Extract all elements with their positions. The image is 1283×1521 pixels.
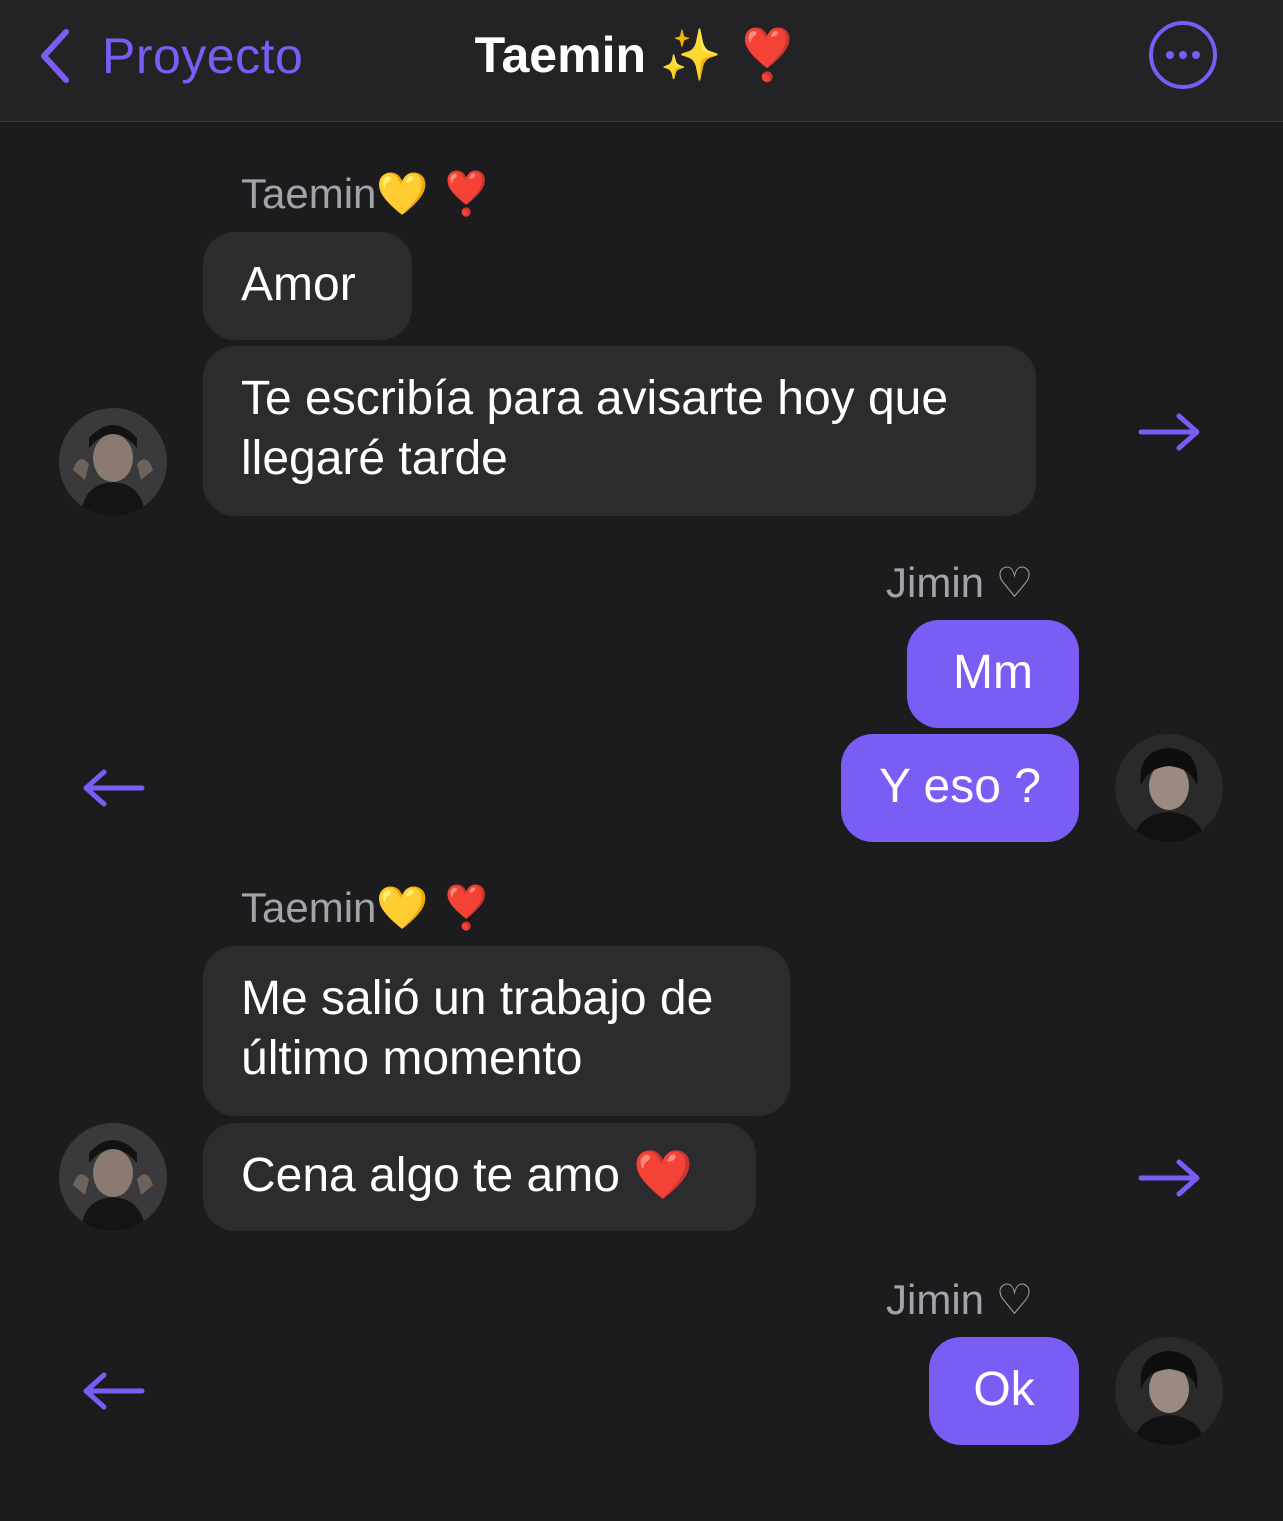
avatar-image [1115, 1337, 1223, 1445]
avatar-image [59, 1123, 167, 1231]
chat-title: Taemin ✨ ❣️ [0, 26, 1283, 85]
message-bubble-incoming[interactable]: Amor [203, 232, 412, 340]
avatar-taemin[interactable] [59, 1123, 167, 1231]
message-bubble-outgoing[interactable]: Ok [929, 1337, 1079, 1445]
avatar-taemin[interactable] [59, 408, 167, 516]
sender-name: Taemin💛 ❣️ [241, 170, 493, 217]
sender-name: Taemin💛 ❣️ [241, 884, 493, 931]
forward-button[interactable] [1137, 412, 1203, 452]
message-bubble-outgoing[interactable]: Y eso ? [841, 734, 1079, 842]
chat-title-text: Taemin ✨ ❣️ [474, 27, 799, 83]
avatar-image [1115, 734, 1223, 842]
forward-button[interactable] [1137, 1158, 1203, 1198]
arrow-right-icon [1138, 1159, 1200, 1197]
sender-name: Jimin ♡ [886, 559, 1034, 606]
arrow-right-icon [1138, 413, 1200, 451]
avatar-jimin[interactable] [1115, 1337, 1223, 1445]
arrow-left-icon [83, 1372, 145, 1410]
avatar-image [59, 408, 167, 516]
navigation-bar: Proyecto Taemin ✨ ❣️ [0, 0, 1283, 122]
reply-button[interactable] [80, 1371, 146, 1411]
message-bubble-incoming[interactable]: Te escribía para avisarte hoy que llegar… [203, 346, 1036, 516]
arrow-left-icon [83, 769, 145, 807]
message-bubble-incoming[interactable]: Cena algo te amo ❤️ [203, 1123, 756, 1231]
message-bubble-incoming[interactable]: Me salió un trabajo de último momento [203, 946, 790, 1116]
more-options-button[interactable] [1148, 20, 1218, 90]
sender-name: Jimin ♡ [886, 1276, 1034, 1323]
reply-button[interactable] [80, 768, 146, 808]
ellipsis-circle-icon [1149, 21, 1217, 89]
avatar-jimin[interactable] [1115, 734, 1223, 842]
message-bubble-outgoing[interactable]: Mm [907, 620, 1079, 728]
